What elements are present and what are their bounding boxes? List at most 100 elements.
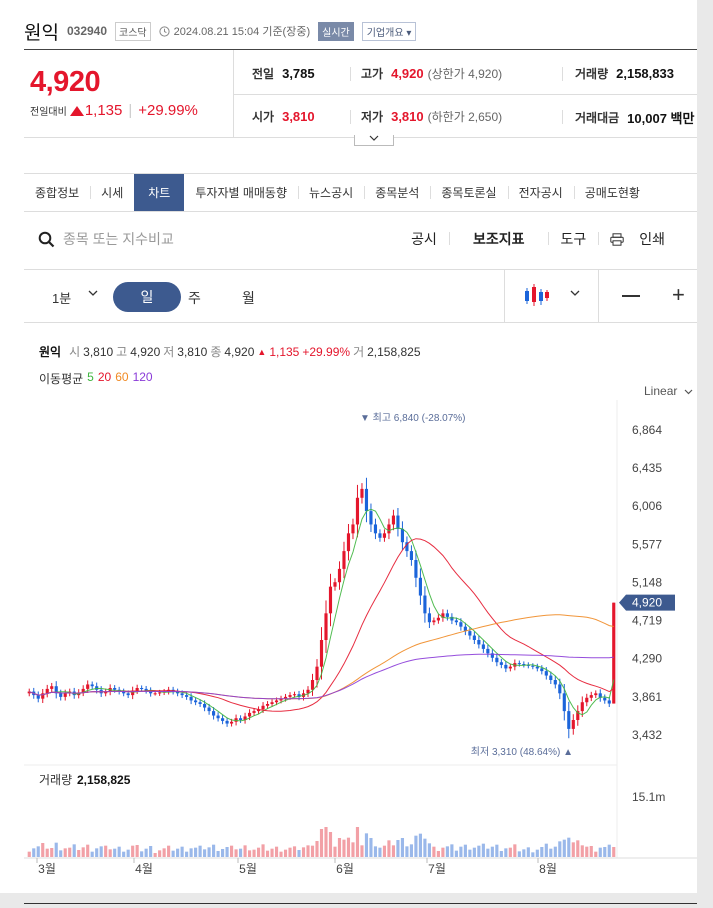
legend-name: 원익	[39, 345, 62, 359]
compare-search[interactable]: 종목 또는 지수비교	[38, 229, 174, 249]
candle-body	[549, 675, 553, 680]
candle-body	[612, 602, 616, 704]
volume-bar	[612, 847, 616, 857]
volume-bar	[576, 840, 580, 857]
candle-body	[45, 688, 49, 694]
volume-bar	[391, 845, 396, 857]
chevron-down-icon	[369, 135, 379, 141]
volume-bar	[270, 848, 274, 857]
volume-bar	[598, 847, 602, 857]
period-divider	[598, 270, 599, 323]
chevron-down-icon[interactable]	[570, 290, 580, 297]
company-info-button[interactable]: 기업개요 ▾	[361, 21, 417, 41]
candle-body	[441, 613, 445, 618]
volume-bar	[81, 847, 85, 857]
candle-body	[459, 622, 463, 627]
candle-body	[108, 688, 112, 692]
candle-body	[553, 680, 557, 685]
low-price: 저가 3,810 (하한가 2,650)	[361, 108, 502, 125]
period-month[interactable]: 월	[242, 288, 255, 308]
search-placeholder: 종목 또는 지수비교	[63, 231, 174, 247]
candle-body	[585, 697, 589, 703]
candle-body	[117, 689, 121, 692]
candle-body	[279, 698, 283, 701]
low-value: 3,810	[391, 109, 424, 124]
candlestick-icon[interactable]	[524, 284, 550, 308]
candle-body	[104, 691, 108, 694]
indicator-button[interactable]: 보조지표	[448, 229, 549, 249]
tab-2[interactable]: 차트	[134, 174, 185, 211]
candle-body	[171, 689, 175, 692]
collapse-toggle[interactable]	[354, 135, 394, 146]
volume-bar	[531, 852, 535, 857]
candle-body	[72, 691, 76, 696]
tab-3[interactable]: 투자자별 매매동향	[184, 174, 298, 211]
candle-body	[59, 693, 63, 697]
candle-body	[310, 680, 315, 690]
volume-bar	[558, 841, 562, 857]
tab-7[interactable]: 전자공시	[507, 174, 574, 211]
price-chart[interactable]: 6,864 6,435 6,006 5,577 5,148 4,719 4,290 3,861…	[0, 0, 697, 893]
volume-bar	[194, 847, 198, 857]
candle-body	[414, 560, 418, 578]
candle-body	[522, 664, 526, 665]
current-price-label: 4,920	[632, 596, 662, 610]
candle-body	[351, 524, 355, 534]
period-minute[interactable]: 1분	[52, 288, 71, 307]
volume-bar	[261, 844, 265, 857]
candle-body	[288, 695, 292, 697]
volume-bar	[153, 853, 157, 857]
zoom-in-button[interactable]: +	[672, 284, 685, 306]
candle-body	[598, 693, 602, 698]
candle-body	[212, 711, 216, 716]
volume-bar	[32, 848, 36, 857]
volume-bar	[364, 833, 369, 857]
candle-body	[580, 702, 584, 712]
tab-5[interactable]: 종목분석	[364, 174, 430, 211]
candle-body	[337, 568, 342, 583]
tab-4[interactable]: 뉴스공시	[298, 174, 364, 211]
volume-bar	[113, 848, 117, 857]
candle-body	[513, 663, 517, 667]
info-separator	[350, 110, 351, 124]
chevron-down-icon[interactable]	[88, 290, 98, 297]
volume-bar	[122, 851, 126, 857]
ohlc-legend: 원익 시 3,810 고 4,920 저 3,810 종 4,920 ▲ 1,135 +…	[39, 343, 421, 360]
volume-bar	[149, 846, 153, 857]
change-separator: |	[128, 102, 133, 119]
volume-bar	[328, 832, 333, 857]
tools-button[interactable]: 도구	[548, 229, 598, 249]
volume-bar	[167, 845, 171, 857]
candle-body	[301, 693, 306, 697]
volume-bar	[355, 827, 360, 857]
high-price: 고가 4,920 (상한가 4,920)	[361, 65, 502, 82]
period-divider	[504, 270, 505, 323]
candle-body	[180, 693, 184, 696]
volume-bar	[369, 838, 373, 857]
period-week[interactable]: 주	[188, 288, 201, 308]
realtime-button[interactable]: 실시간	[318, 21, 354, 41]
volume-bar	[373, 846, 378, 857]
candle-body	[221, 718, 225, 721]
tab-0[interactable]: 종합정보	[24, 174, 90, 211]
volume-bar	[378, 847, 382, 857]
page-bottom-border	[24, 903, 697, 904]
tab-6[interactable]: 종목토론실	[430, 174, 507, 211]
scale-select[interactable]: Linear	[644, 384, 693, 398]
zoom-out-button[interactable]	[622, 295, 640, 297]
disclosure-button[interactable]: 공시	[399, 229, 449, 249]
candle-body	[315, 666, 319, 680]
period-day[interactable]: 일	[113, 282, 181, 312]
volume-bar	[77, 850, 81, 857]
candle-body	[189, 696, 193, 701]
tab-1[interactable]: 시세	[90, 174, 134, 211]
change-label: 전일대비	[30, 107, 67, 118]
print-button[interactable]: 인쇄	[598, 229, 689, 249]
candle-body	[252, 711, 256, 713]
volume-bar	[135, 845, 139, 857]
volume-bar	[274, 846, 279, 857]
volume-bar	[310, 845, 315, 857]
candle-body	[149, 690, 153, 694]
tab-8[interactable]: 공매도현황	[573, 174, 651, 211]
candle-body	[418, 577, 422, 596]
